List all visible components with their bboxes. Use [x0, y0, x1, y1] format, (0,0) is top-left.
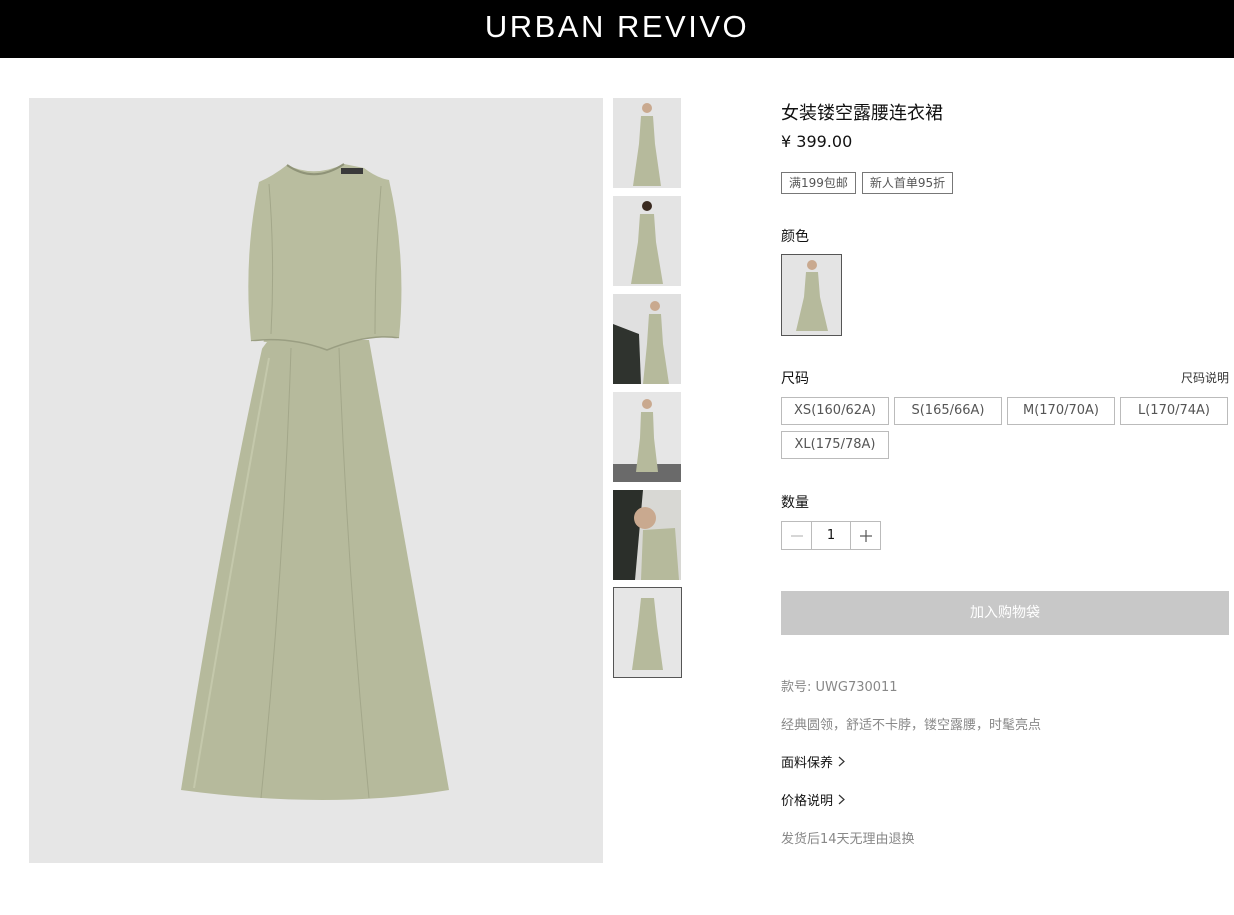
size-option[interactable]: S(165/66A)	[894, 397, 1002, 425]
minus-icon	[790, 534, 803, 537]
thumbnail-5[interactable]	[613, 490, 681, 580]
top-bar: URBAN REVIVO	[0, 0, 1234, 58]
thumbnail-3[interactable]	[613, 294, 681, 384]
dress-illustration	[181, 163, 449, 800]
quantity-value[interactable]: 1	[811, 522, 851, 549]
plus-icon	[859, 529, 872, 542]
return-policy: 发货后14天无理由退换	[781, 832, 915, 847]
price-info-label: 价格说明	[781, 794, 834, 809]
color-swatch-green[interactable]	[781, 254, 842, 336]
main-product-image	[29, 98, 603, 863]
chevron-right-icon	[838, 756, 845, 767]
product-description: 经典圆领，舒适不卡脖，镂空露腰，时髦亮点	[781, 718, 1042, 733]
promo-tag: 新人首单95折	[861, 172, 954, 194]
color-label: 颜色	[781, 229, 809, 245]
product-price: ¥ 399.00	[781, 132, 853, 151]
quantity-stepper: 1	[781, 521, 881, 550]
promo-tag: 满199包邮	[781, 172, 856, 194]
thumbnail-4[interactable]	[613, 392, 681, 482]
price-info-link[interactable]: 价格说明	[781, 790, 845, 809]
thumbnail-6[interactable]	[613, 587, 682, 678]
decrement-button[interactable]	[782, 522, 811, 549]
size-label: 尺码	[781, 371, 809, 387]
thumbnail-2[interactable]	[613, 196, 681, 286]
brand-logo[interactable]: URBAN REVIVO	[0, 0, 1234, 54]
size-option[interactable]: M(170/70A)	[1007, 397, 1115, 425]
size-option[interactable]: XS(160/62A)	[781, 397, 889, 425]
sku-number: 款号: UWG730011	[781, 680, 898, 695]
increment-button[interactable]	[851, 522, 880, 549]
fabric-care-link[interactable]: 面料保养	[781, 752, 845, 771]
size-option[interactable]: L(170/74A)	[1120, 397, 1228, 425]
fabric-care-label: 面料保养	[781, 756, 834, 771]
promo-tags: 满199包邮 新人首单95折	[781, 172, 954, 194]
size-option[interactable]: XL(175/78A)	[781, 431, 889, 459]
add-to-bag-button[interactable]: 加入购物袋	[781, 591, 1229, 635]
quantity-label: 数量	[781, 495, 809, 511]
product-title: 女装镂空露腰连衣裙	[781, 103, 943, 124]
size-guide-link[interactable]: 尺码说明	[1181, 369, 1229, 386]
thumbnail-1[interactable]	[613, 98, 681, 188]
chevron-right-icon	[838, 794, 845, 805]
